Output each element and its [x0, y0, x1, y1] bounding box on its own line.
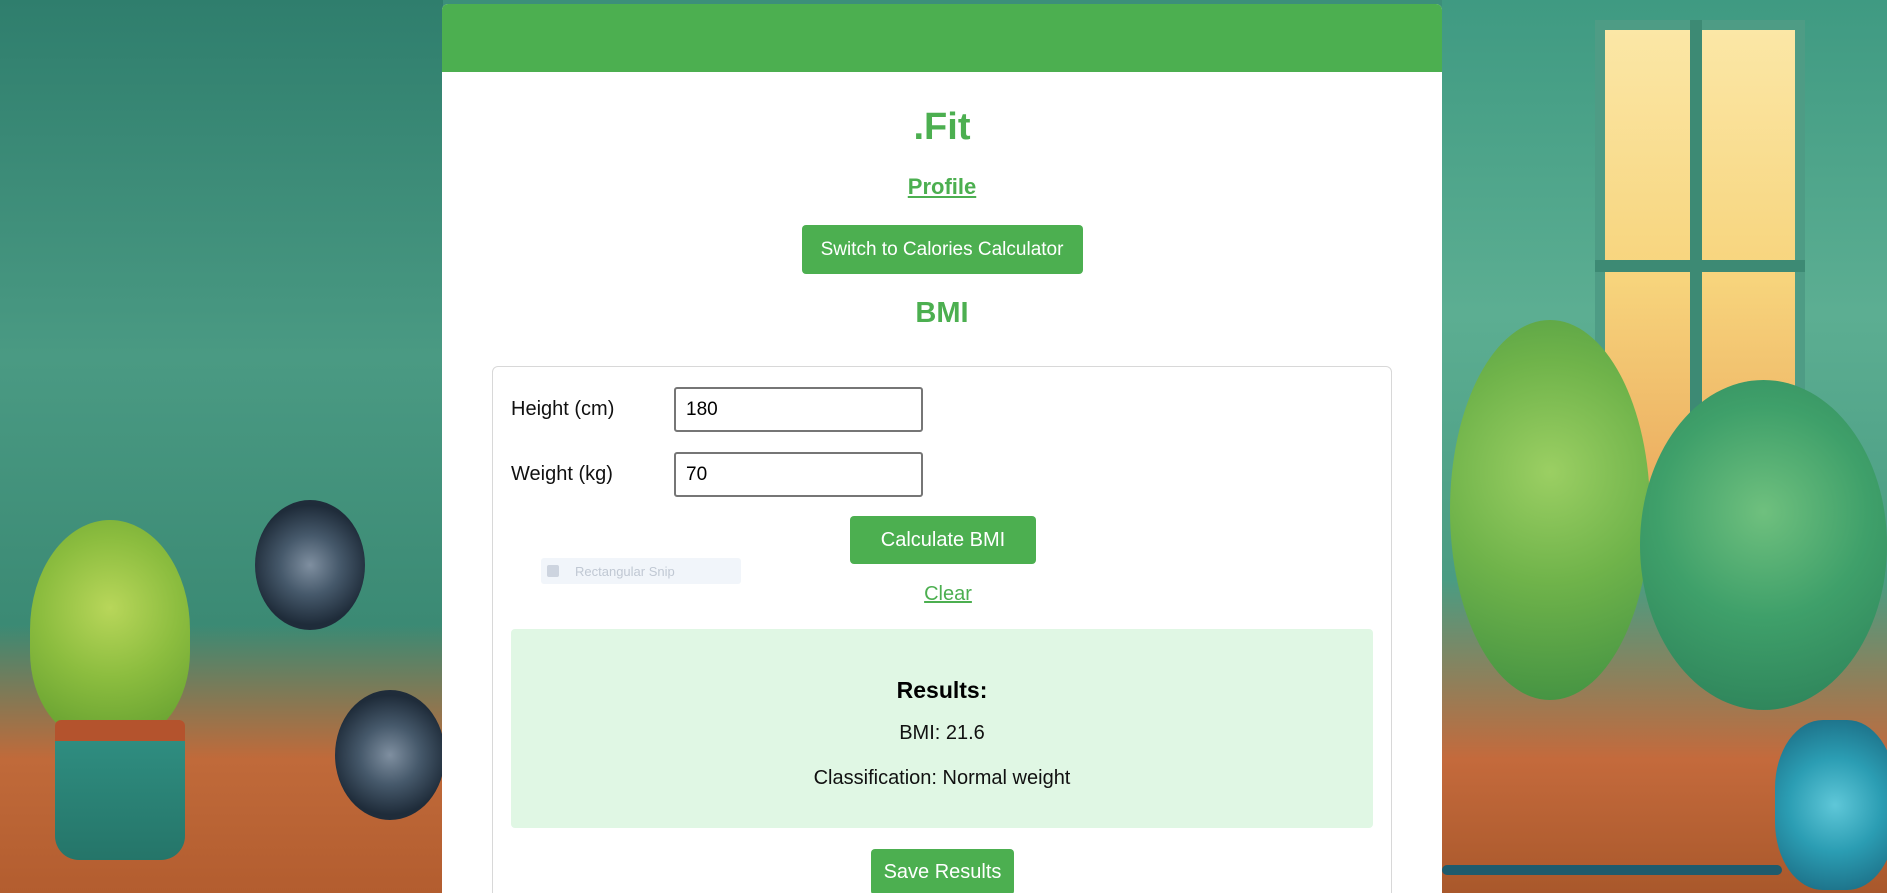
- clear-link[interactable]: Clear: [493, 583, 1403, 606]
- height-row: Height (cm): [511, 387, 923, 432]
- results-panel: Results: BMI: 21.6 Classification: Norma…: [511, 629, 1373, 828]
- weight-label: Weight (kg): [511, 463, 613, 485]
- potted-plant-left: [30, 520, 190, 740]
- main-card: .Fit Profile Switch to Calories Calculat…: [442, 4, 1442, 893]
- brand-title: .Fit: [913, 106, 971, 148]
- height-input[interactable]: [674, 387, 923, 432]
- snip-icon: [547, 565, 559, 577]
- weight-input[interactable]: [674, 452, 923, 497]
- switch-calculator-button[interactable]: Switch to Calories Calculator: [801, 225, 1083, 274]
- weight-plate-upper: [255, 500, 365, 630]
- profile-link[interactable]: Profile: [908, 174, 976, 200]
- snip-overlay: Rectangular Snip: [541, 558, 741, 584]
- classification-text: Classification: Normal weight: [813, 767, 1071, 789]
- bmi-section-title: BMI: [915, 297, 969, 329]
- plant-pot-left: [55, 720, 185, 860]
- potted-plant-right: [1450, 320, 1650, 700]
- dumbbell-right: [1775, 720, 1887, 890]
- window-frame-horizontal: [1595, 260, 1805, 272]
- barbell-floor: [1442, 865, 1782, 875]
- height-label: Height (cm): [511, 398, 615, 420]
- weight-row: Weight (kg): [511, 452, 923, 497]
- bmi-form-panel: Height (cm) Weight (kg) Calculate BMI Re…: [492, 366, 1392, 893]
- weight-plate-lower: [335, 690, 445, 820]
- save-results-button[interactable]: Save Results: [871, 849, 1014, 893]
- calculate-bmi-button[interactable]: Calculate BMI: [850, 516, 1036, 564]
- card-header-bar: [442, 4, 1442, 72]
- snip-overlay-label: Rectangular Snip: [575, 563, 675, 579]
- results-title: Results:: [896, 677, 988, 703]
- bmi-value-text: BMI: 21.6: [899, 722, 985, 744]
- potted-plant-far-right: [1640, 380, 1887, 710]
